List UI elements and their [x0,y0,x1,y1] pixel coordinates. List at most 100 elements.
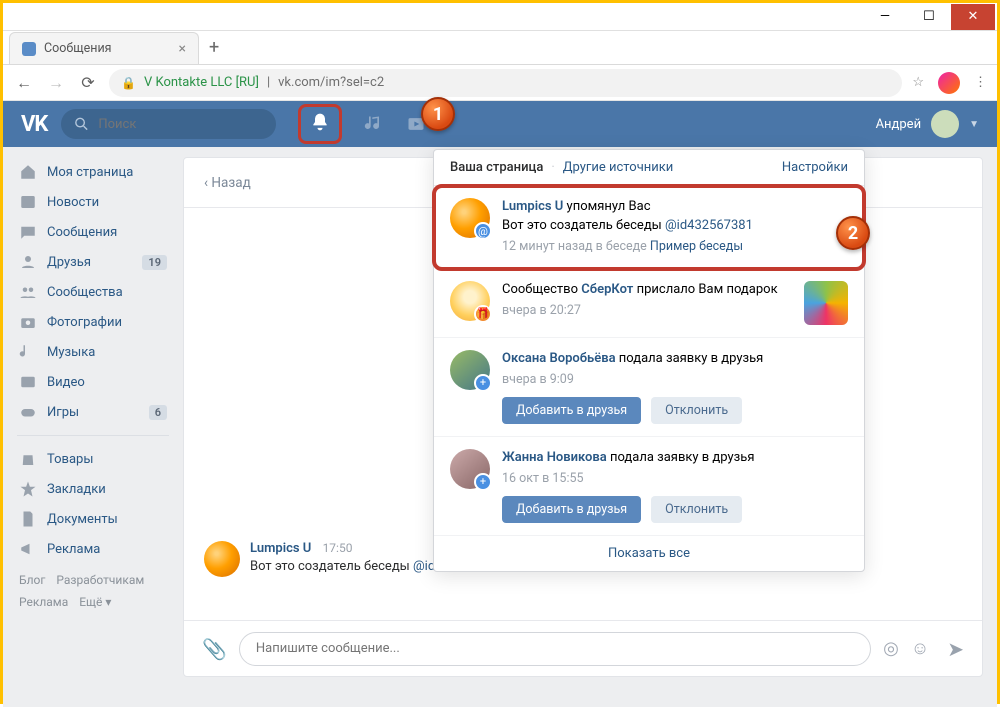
nav-games[interactable]: Игры6 [7,397,179,427]
photo-icon[interactable]: ◎ [883,638,899,659]
notif-item-friend-request-2[interactable]: + Жанна Новикова подала заявку в друзья … [434,437,864,536]
attach-icon[interactable]: 📎 [202,637,227,661]
window-close[interactable]: ✕ [951,4,995,30]
nav-reload-icon[interactable]: ⟳ [77,73,99,92]
nav-forward-icon[interactable]: → [45,73,67,93]
friends-icon [19,253,37,271]
footer-links: Блог Разработчикам Реклама Ещё ▾ [7,564,179,619]
doc-icon [19,510,37,528]
notif-name[interactable]: Lumpics U [502,199,563,214]
search-input[interactable] [98,117,264,132]
notif-mention-link[interactable]: @id432567381 [665,218,753,233]
message-avatar[interactable] [204,541,240,577]
nav-friends[interactable]: Друзья19 [7,247,179,277]
notif-settings-link[interactable]: Настройки [782,160,848,175]
notif-time: 16 окт в 15:55 [502,470,848,488]
notifications-button[interactable] [298,104,342,144]
nav-photos[interactable]: Фотографии [7,307,179,337]
nav-games-badge: 6 [149,405,167,420]
emoji-icon[interactable]: ☺ [911,638,929,659]
window-titlebar: — ☐ ✕ [3,3,997,31]
group-icon [19,283,37,301]
footer-more[interactable]: Ещё ▾ [79,595,111,609]
new-tab-button[interactable]: + [199,31,229,64]
browser-menu-icon[interactable]: ⋮ [974,75,987,90]
home-icon [19,163,37,181]
nav-messages[interactable]: Сообщения [7,217,179,247]
left-nav: Моя страница Новости Сообщения Друзья19 … [3,147,183,629]
gift-image [804,281,848,325]
omnibox[interactable]: 🔒 V Kontakte LLC [RU] | vk.com/im?sel=c2 [109,69,902,97]
notif-avatar[interactable]: 🎁 [450,281,490,321]
header-avatar [931,110,959,138]
music-nav-icon [19,343,37,361]
chat-input-row: 📎 ◎ ☺ ➤ [184,620,982,676]
url-origin: V Kontakte LLC [RU] [144,75,259,90]
header-user[interactable]: Андрей ▼ [876,110,979,138]
music-icon[interactable] [364,114,384,134]
footer-blog[interactable]: Блог [19,573,45,587]
chevron-down-icon: ▼ [969,119,979,130]
decline-friend-button[interactable]: Отклонить [651,496,742,523]
message-icon [19,223,37,241]
nav-back-icon[interactable]: ← [13,73,35,93]
notif-avatar[interactable]: + [450,449,490,489]
message-author[interactable]: Lumpics U [250,541,311,556]
nav-my-page[interactable]: Моя страница [7,157,179,187]
nav-communities[interactable]: Сообщества [7,277,179,307]
add-badge-icon: + [474,374,492,392]
notif-tab-your-page[interactable]: Ваша страница [450,160,543,175]
footer-devs[interactable]: Разработчикам [56,573,144,587]
gift-badge-icon: 🎁 [474,305,492,323]
chat-back-button[interactable]: ‹ Назад [204,175,251,191]
notif-name[interactable]: Жанна Новикова [502,450,607,465]
bookmark-star-icon[interactable]: ☆ [912,75,924,90]
browser-profile-avatar[interactable] [938,72,960,94]
accept-friend-button[interactable]: Добавить в друзья [502,397,641,424]
browser-tabstrip: Сообщения × + [3,31,997,65]
tab-close-icon[interactable]: × [179,41,186,57]
decline-friend-button[interactable]: Отклонить [651,397,742,424]
annotation-marker-1: 1 [421,97,455,131]
send-icon[interactable]: ➤ [947,637,964,661]
nav-ads[interactable]: Реклама [7,534,179,564]
search-icon [73,114,90,134]
bell-icon [310,112,330,132]
notif-item-friend-request-1[interactable]: + Оксана Воробьёва подала заявку в друзь… [434,338,864,437]
window-minimize[interactable]: — [863,4,907,30]
nav-market[interactable]: Товары [7,444,179,474]
lock-icon: 🔒 [121,76,136,90]
nav-news[interactable]: Новости [7,187,179,217]
header-search[interactable] [61,109,276,139]
notif-name[interactable]: СберКот [581,282,633,297]
message-input[interactable] [239,632,871,666]
message-time: 17:50 [323,541,353,555]
url-path: vk.com/im?sel=c2 [278,75,384,90]
star-icon [19,480,37,498]
nav-videos[interactable]: Видео [7,367,179,397]
notif-name[interactable]: Оксана Воробьёва [502,351,616,366]
video-nav-icon [19,373,37,391]
notif-time: вчера в 20:27 [502,302,792,320]
bag-icon [19,450,37,468]
nav-music[interactable]: Музыка [7,337,179,367]
vk-logo-icon[interactable]: VK [21,112,47,137]
notif-tabs: Ваша страница · Другие источники Настрой… [434,150,864,186]
browser-tab[interactable]: Сообщения × [9,32,199,64]
notif-chat-link[interactable]: Пример беседы [650,239,743,254]
notif-tab-other[interactable]: Другие источники [563,160,674,175]
notif-time: вчера в 9:09 [502,371,848,389]
window-maximize[interactable]: ☐ [907,4,951,30]
accept-friend-button[interactable]: Добавить в друзья [502,496,641,523]
notif-show-all[interactable]: Показать все [434,536,864,571]
browser-addressbar: ← → ⟳ 🔒 V Kontakte LLC [RU] | vk.com/im?… [3,65,997,101]
notif-avatar[interactable]: @ [450,198,490,238]
notif-item-mention[interactable]: @ Lumpics U упомянул Вас Вот это создате… [434,186,864,269]
notif-item-gift[interactable]: 🎁 Сообщество СберКот прислало Вам подаро… [434,269,864,338]
nav-docs[interactable]: Документы [7,504,179,534]
footer-ads[interactable]: Реклама [19,595,68,609]
nav-bookmarks[interactable]: Закладки [7,474,179,504]
megaphone-icon [19,540,37,558]
notif-avatar[interactable]: + [450,350,490,390]
vk-header: VK Андрей ▼ [3,101,997,147]
